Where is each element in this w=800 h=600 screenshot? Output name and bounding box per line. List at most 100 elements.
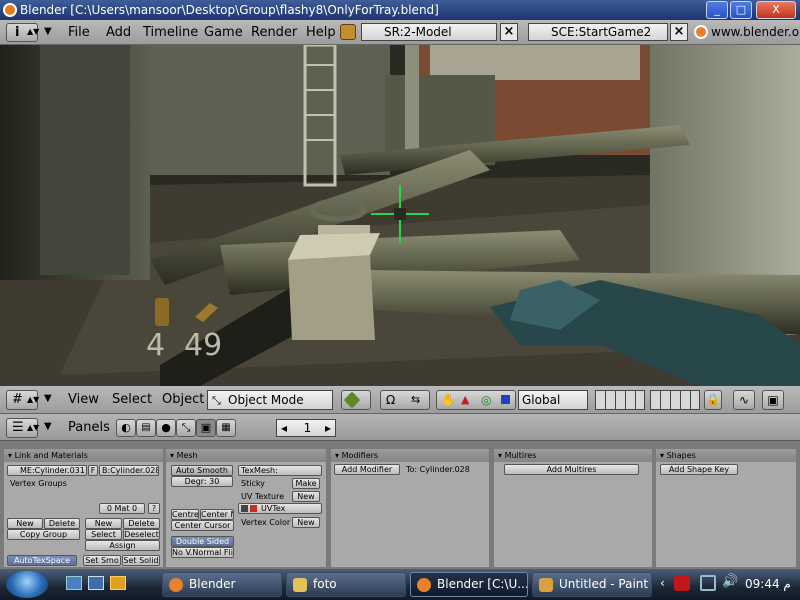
material-select-button[interactable]: Select — [85, 529, 122, 540]
maximize-button[interactable]: □ — [730, 1, 752, 19]
editor-type-buttons-icon[interactable]: ☰ ▲▼ — [6, 418, 39, 438]
texmesh-field[interactable]: TexMesh: — [238, 465, 322, 476]
panel-link-materials: ▾ Link and Materials ME:Cylinder.031 F B… — [4, 449, 163, 567]
center-cursor-button[interactable]: Center Cursor — [171, 520, 234, 531]
manipulator-icons[interactable]: ✋ ▲ ◎ — [436, 390, 516, 410]
blender-website-link[interactable]: www.blender.or — [711, 25, 800, 39]
show-desktop-icon[interactable] — [66, 576, 82, 590]
rotate-icon[interactable]: ◎ — [481, 393, 491, 407]
panel-shapes-title[interactable]: ▾ Shapes — [656, 449, 796, 462]
editor-type-info-icon[interactable]: i ▲▼ — [6, 23, 39, 42]
menu-game[interactable]: Game — [204, 25, 243, 40]
screen-delete-button[interactable]: × — [500, 23, 518, 41]
add-multires-button[interactable]: Add Multires — [504, 464, 639, 475]
hand-icon[interactable]: ✋ — [441, 393, 456, 407]
folder-icon — [293, 578, 307, 592]
panels-menu[interactable]: Panels — [68, 420, 110, 435]
3d-viewport[interactable]: 4 49 — [0, 45, 800, 386]
set-smooth-button[interactable]: Set Smo — [83, 555, 121, 566]
taskbar-item-blender-file[interactable]: Blender [C:\U... — [410, 572, 528, 597]
panel-modifiers-title[interactable]: ▾ Modifiers — [331, 449, 489, 462]
scale-icon[interactable] — [501, 395, 510, 404]
vertex-group-delete-button[interactable]: Delete — [44, 518, 80, 529]
pivot-point-icon[interactable]: Ω ⇆ — [380, 390, 430, 410]
layer-buttons-group-1[interactable] — [595, 390, 645, 410]
panel-mesh-title[interactable]: ▾ Mesh — [166, 449, 326, 462]
draw-type-icon[interactable] — [341, 390, 371, 410]
frame-number-field[interactable]: ◂ 1 ▸ — [276, 419, 336, 437]
transform-orientation-selector[interactable]: Global — [518, 390, 588, 410]
material-index-field[interactable]: 0 Mat 0 — [99, 503, 145, 514]
panel-link-materials-title[interactable]: ▾ Link and Materials — [4, 449, 163, 462]
fake-user-button[interactable]: F — [88, 465, 98, 476]
start-button[interactable] — [6, 571, 48, 598]
minimize-button[interactable]: _ — [706, 1, 728, 19]
add-modifier-button[interactable]: Add Modifier — [334, 464, 400, 475]
material-new-button[interactable]: New — [85, 518, 122, 529]
vertex-group-new-button[interactable]: New — [7, 518, 43, 529]
no-vnormal-flip-toggle[interactable]: No V.Normal Fli — [171, 547, 234, 558]
uv-texture-new-button[interactable]: New — [292, 491, 320, 502]
autotexspace-toggle[interactable]: AutoTexSpace — [7, 555, 77, 566]
menu-render[interactable]: Render — [251, 25, 297, 40]
layer-buttons-group-2[interactable] — [650, 390, 700, 410]
material-assign-button[interactable]: Assign — [85, 540, 160, 551]
add-shape-key-button[interactable]: Add Shape Key — [660, 464, 738, 475]
material-help-button[interactable]: ? — [148, 503, 160, 514]
menu-add[interactable]: Add — [106, 25, 131, 40]
material-delete-button[interactable]: Delete — [123, 518, 160, 529]
screen-browse-icon[interactable] — [340, 24, 356, 40]
mode-selector[interactable]: Object Mode — [207, 390, 333, 410]
menu-timeline[interactable]: Timeline — [143, 25, 198, 40]
scene-context-icon[interactable]: ▦ — [216, 419, 236, 437]
scene-selector[interactable]: SCE:StartGame2 — [528, 23, 668, 41]
center-new-button[interactable]: Center Ne — [200, 509, 234, 520]
object-name-field[interactable]: B:Cylinder.028 — [99, 465, 159, 476]
lock-layers-icon[interactable]: 🔒 — [704, 390, 722, 410]
collapse-panels-menu-icon[interactable]: ▼ — [44, 421, 52, 432]
editor-type-3dview-icon[interactable]: # ▲▼ — [6, 390, 39, 410]
panel-multires-title[interactable]: ▾ Multires — [494, 449, 652, 462]
clock[interactable]: 09:44 م — [745, 577, 791, 591]
network-icon[interactable] — [700, 575, 716, 591]
auto-smooth-toggle[interactable]: Auto Smooth — [171, 465, 233, 476]
menu-object[interactable]: Object — [162, 392, 204, 407]
collapse-viewport-menu-icon[interactable]: ▼ — [44, 393, 52, 404]
uvtex-render-icon[interactable] — [250, 505, 257, 512]
volume-icon[interactable]: 🔊 — [722, 574, 738, 589]
taskbar-item-foto[interactable]: foto — [286, 572, 406, 597]
mesh-datablock-field[interactable]: ME:Cylinder.031 — [7, 465, 87, 476]
editing-context-icon[interactable]: ▣ — [196, 419, 216, 437]
copy-group-button[interactable]: Copy Group — [7, 529, 80, 540]
material-deselect-button[interactable]: Deselect — [123, 529, 160, 540]
translate-icon[interactable]: ▲ — [461, 393, 469, 406]
taskbar-item-paint[interactable]: Untitled - Paint — [532, 572, 652, 597]
screen-selector[interactable]: SR:2-Model — [361, 23, 497, 41]
uvtex-active-icon[interactable] — [241, 505, 248, 512]
menu-file[interactable]: File — [68, 25, 90, 40]
menu-select[interactable]: Select — [112, 392, 152, 407]
double-sided-toggle[interactable]: Double Sided — [171, 536, 234, 547]
collapse-menu-icon[interactable]: ▼ — [44, 26, 52, 37]
object-context-icon[interactable]: ⤡ — [176, 419, 196, 437]
auto-smooth-degree-field[interactable]: Degr: 30 — [171, 476, 233, 487]
snap-icon[interactable]: ∿ — [733, 390, 755, 410]
sticky-make-button[interactable]: Make — [292, 478, 320, 489]
centre-button[interactable]: Centre — [171, 509, 199, 520]
antivirus-icon[interactable] — [674, 575, 690, 591]
set-solid-button[interactable]: Set Solid — [122, 555, 160, 566]
script-context-icon[interactable]: ▤ — [136, 419, 156, 437]
menu-view[interactable]: View — [68, 392, 99, 407]
panel-title-text: Multires — [504, 451, 537, 460]
taskbar-item-blender[interactable]: Blender — [162, 572, 282, 597]
media-player-icon[interactable] — [110, 576, 126, 590]
shading-context-icon[interactable]: ● — [156, 419, 176, 437]
vertex-color-new-button[interactable]: New — [292, 517, 320, 528]
menu-help[interactable]: Help — [306, 25, 336, 40]
switch-windows-icon[interactable] — [88, 576, 104, 590]
scene-delete-button[interactable]: × — [670, 23, 688, 41]
close-button[interactable]: X — [756, 1, 796, 19]
tray-expand-icon[interactable]: ‹ — [660, 576, 665, 590]
logic-context-icon[interactable]: ◐ — [116, 419, 136, 437]
render-view-icon[interactable]: ▣ — [762, 390, 784, 410]
